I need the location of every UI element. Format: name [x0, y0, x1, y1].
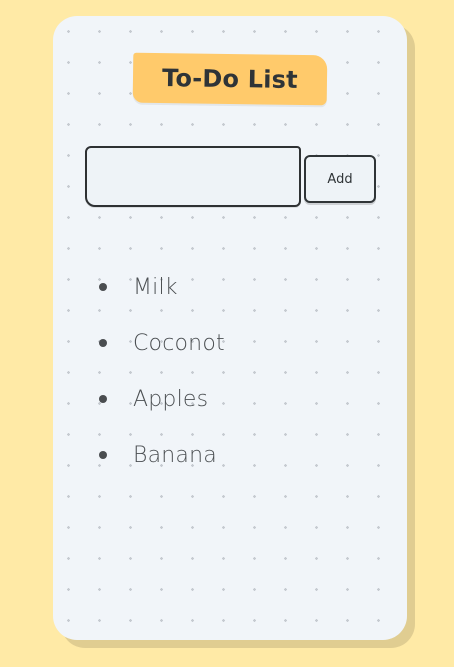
todo-list-item: Coconot — [97, 315, 225, 371]
task-input[interactable] — [85, 146, 301, 207]
todo-list-item: Milk — [97, 259, 225, 315]
title-banner: To-Do List — [132, 52, 328, 106]
todo-list: Milk Coconot Apples Banana — [97, 259, 225, 483]
bullet-icon — [99, 395, 107, 403]
todo-text: Apples — [133, 386, 209, 412]
todo-text: Coconot — [133, 330, 225, 356]
add-button[interactable]: Add — [304, 155, 376, 203]
todo-card: To-Do List Add Milk Coconot Apples Banan… — [53, 16, 407, 640]
bullet-icon — [99, 283, 107, 291]
bullet-icon — [99, 339, 107, 347]
todo-list-item: Banana — [97, 427, 225, 483]
todo-list-item: Apples — [97, 371, 225, 427]
bullet-icon — [99, 451, 107, 459]
todo-text: Milk — [133, 274, 178, 300]
todo-text: Banana — [133, 442, 217, 468]
page-title: To-Do List — [161, 64, 299, 94]
